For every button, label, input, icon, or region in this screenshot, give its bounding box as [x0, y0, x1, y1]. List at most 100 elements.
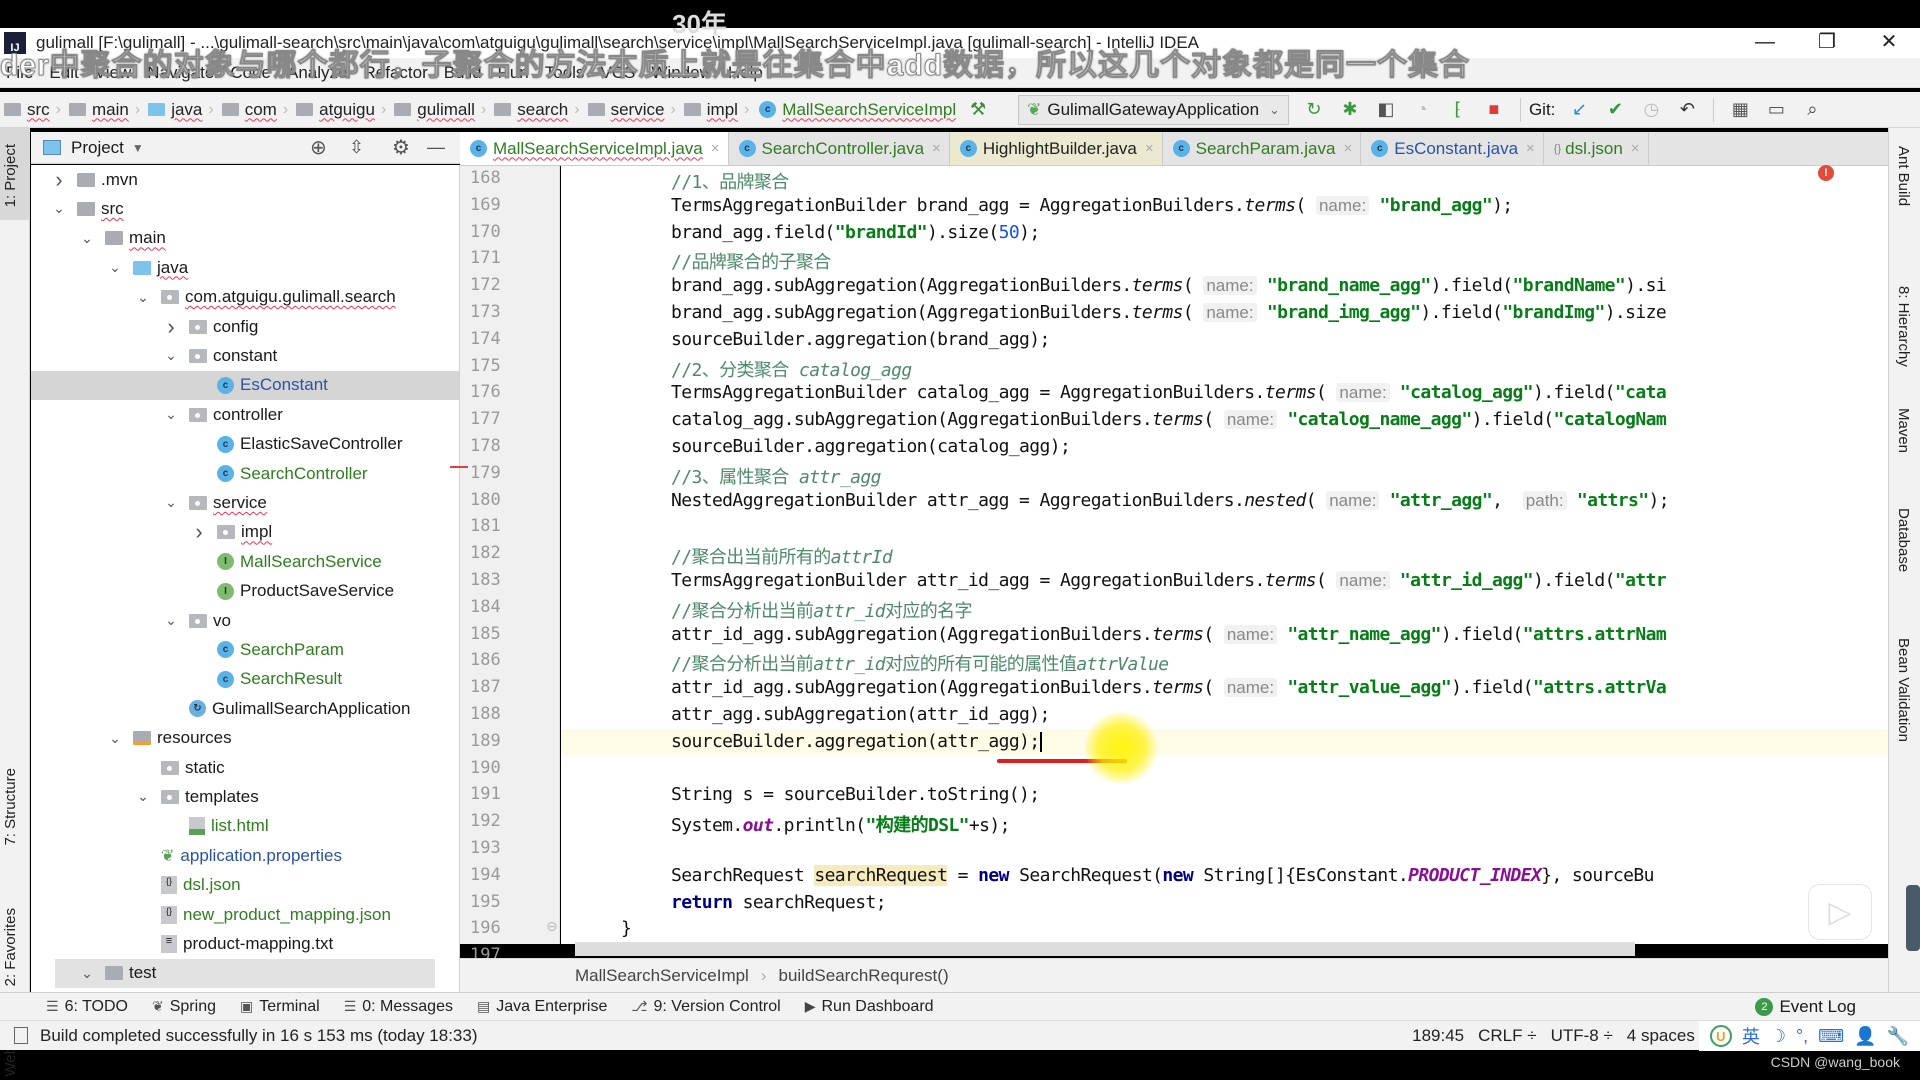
- nav-crumb-impl[interactable]: impl ›: [680, 100, 749, 120]
- tree-item-productsaveservice[interactable]: I ProductSaveService: [191, 577, 394, 606]
- line-separator[interactable]: CRLF ÷: [1478, 1026, 1536, 1046]
- tree-item-vo[interactable]: ⌄ vo: [163, 606, 231, 635]
- chevron-down-icon[interactable]: ⌄: [79, 965, 95, 982]
- hide-panel-icon[interactable]: —: [427, 137, 445, 158]
- tool-window-spring[interactable]: ❦ Spring: [152, 998, 216, 1016]
- tree-item-src[interactable]: ⌄ src: [51, 194, 124, 223]
- minimize-button[interactable]: —: [1734, 28, 1796, 58]
- tree-item-java[interactable]: ⌄ java: [107, 253, 188, 282]
- nav-crumb-service[interactable]: service ›: [584, 100, 676, 120]
- gear-icon[interactable]: ⚙: [392, 135, 410, 160]
- tree-item-searchresult[interactable]: c SearchResult: [191, 665, 342, 694]
- git-rollback-icon[interactable]: ↶: [1676, 99, 1698, 121]
- horizontal-scrollbar[interactable]: [575, 942, 1635, 956]
- editor-tab-dsl-json[interactable]: {} dsl.json ×: [1544, 132, 1649, 165]
- nav-crumb-src[interactable]: src ›: [0, 100, 61, 120]
- chevron-right-icon[interactable]: ›: [51, 167, 67, 193]
- chevron-down-icon[interactable]: ⌄: [163, 406, 179, 423]
- project-structure-icon[interactable]: ▦: [1729, 99, 1751, 121]
- search-everywhere-icon[interactable]: ⌕: [1801, 99, 1823, 121]
- tree-item--mvn[interactable]: › .mvn: [51, 165, 138, 194]
- build-hammer-icon[interactable]: ⚒: [967, 99, 989, 121]
- ime-punctuation-icon[interactable]: °,: [1796, 1026, 1808, 1047]
- chevron-right-icon[interactable]: ›: [191, 519, 207, 545]
- tree-item-dsl-json[interactable]: {} dsl.json: [135, 871, 241, 900]
- tree-item-constant[interactable]: ⌄ constant: [163, 341, 277, 370]
- nav-crumb-com[interactable]: com ›: [218, 100, 288, 120]
- nav-crumb-java[interactable]: java ›: [144, 100, 214, 120]
- tree-item-elasticsavecontroller[interactable]: c ElasticSaveController: [191, 430, 403, 459]
- run-configuration-select[interactable]: ❦ GulimallGatewayApplication ⌄: [1018, 94, 1289, 125]
- editor-tab-highlightbuilder-java[interactable]: c HighlightBuilder.java ×: [949, 132, 1163, 165]
- tool-window-0-messages[interactable]: ☰ 0: Messages: [344, 998, 453, 1016]
- stop-icon[interactable]: ■: [1483, 99, 1505, 121]
- tree-item-gulimallsearchapplication[interactable]: ↻ GulimallSearchApplication: [163, 694, 410, 723]
- run-anything-icon[interactable]: ▭: [1765, 99, 1787, 121]
- tool-tab-maven[interactable]: Maven: [1895, 408, 1912, 453]
- cursor-position[interactable]: 189:45: [1412, 1026, 1464, 1046]
- tree-item-searchparam[interactable]: c SearchParam: [191, 635, 344, 664]
- file-encoding[interactable]: UTF-8 ÷: [1551, 1026, 1613, 1046]
- close-tab-icon[interactable]: ×: [1343, 140, 1352, 157]
- fold-toggle-icon[interactable]: ⊖: [546, 918, 558, 935]
- debug-bug-icon[interactable]: ✱: [1339, 99, 1361, 121]
- editor-tab-esconstant-java[interactable]: c EsConstant.java ×: [1361, 132, 1544, 165]
- tree-item-test[interactable]: ⌄ test: [79, 959, 156, 988]
- ime-settings-icon[interactable]: 🔧: [1887, 1026, 1909, 1047]
- profile-icon[interactable]: ◔: [1411, 99, 1433, 121]
- close-tab-icon[interactable]: ×: [1631, 140, 1640, 157]
- video-play-button[interactable]: ▷: [1808, 884, 1872, 940]
- git-update-icon[interactable]: ↙: [1568, 99, 1590, 121]
- event-log-button[interactable]: 2 Event Log: [1755, 997, 1856, 1017]
- close-tab-icon[interactable]: ×: [711, 140, 720, 157]
- chevron-down-icon[interactable]: ⌄: [163, 494, 179, 511]
- breadcrumb-method[interactable]: buildSearchRequrest(): [779, 966, 949, 986]
- tool-tab-favorites[interactable]: 2: Favorites: [2, 908, 19, 986]
- tool-tab-hierarchy[interactable]: 8: Hierarchy: [1895, 286, 1912, 367]
- tree-item-config[interactable]: › config: [163, 312, 258, 341]
- tool-tab-database[interactable]: Database: [1895, 508, 1912, 572]
- ime-halfwidth-icon[interactable]: ☽: [1770, 1026, 1786, 1047]
- tool-tab-ant-build[interactable]: Ant Build: [1895, 146, 1912, 206]
- chevron-down-icon[interactable]: ⌄: [107, 730, 123, 747]
- editor-tab-mallsearchserviceimpl-java[interactable]: c MallSearchServiceImpl.java ×: [460, 132, 729, 165]
- chevron-down-icon[interactable]: ⌄: [51, 200, 67, 217]
- status-toggle-icon[interactable]: [14, 1027, 28, 1044]
- ime-english-mode[interactable]: 英: [1742, 1023, 1760, 1049]
- ime-logo-icon[interactable]: U: [1709, 1025, 1732, 1047]
- chevron-down-icon[interactable]: ⌄: [135, 788, 151, 805]
- tool-window-java-enterprise[interactable]: ▤ Java Enterprise: [477, 998, 607, 1016]
- ime-keyboard-icon[interactable]: ⌨: [1818, 1026, 1844, 1047]
- tree-item-list-html[interactable]: list.html: [163, 812, 269, 841]
- nav-crumb-atguigu[interactable]: atguigu ›: [292, 100, 386, 120]
- error-indicator-icon[interactable]: !: [1818, 165, 1834, 181]
- locate-file-icon[interactable]: ⊕: [310, 135, 327, 160]
- chevron-down-icon[interactable]: ▼: [132, 141, 144, 155]
- chevron-down-icon[interactable]: ⌄: [79, 230, 95, 247]
- close-tab-icon[interactable]: ×: [932, 140, 941, 157]
- nav-crumb-gulimall[interactable]: gulimall ›: [390, 100, 486, 120]
- tree-item-mallsearchservice[interactable]: I MallSearchService: [191, 547, 382, 576]
- tool-window-terminal[interactable]: ▣ Terminal: [240, 998, 320, 1016]
- tool-window-6-todo[interactable]: ☰ 6: TODO: [46, 998, 128, 1016]
- editor-tab-searchparam-java[interactable]: c SearchParam.java ×: [1163, 132, 1362, 165]
- git-commit-icon[interactable]: ✔: [1604, 99, 1626, 121]
- tree-item-controller[interactable]: ⌄ controller: [163, 400, 283, 429]
- chevron-down-icon[interactable]: ⌄: [163, 347, 179, 364]
- nav-crumb-search[interactable]: search ›: [490, 100, 580, 120]
- attach-debugger-icon[interactable]: ⁅: [1447, 99, 1469, 121]
- tree-item-application-properties[interactable]: ❦ application.properties: [135, 841, 342, 870]
- editor-tab-searchcontroller-java[interactable]: c SearchController.java ×: [729, 132, 950, 165]
- tree-item-templates[interactable]: ⌄ templates: [135, 782, 259, 811]
- tree-item-service[interactable]: ⌄ service: [163, 488, 267, 517]
- code-editor[interactable]: //1、品牌聚合 TermsAggregationBuilder brand_ag…: [561, 166, 1888, 944]
- nav-crumb-main[interactable]: main ›: [65, 100, 140, 120]
- close-tab-icon[interactable]: ×: [1145, 140, 1154, 157]
- close-button[interactable]: ✕: [1858, 28, 1920, 58]
- git-history-icon[interactable]: ◷: [1640, 99, 1662, 121]
- close-tab-icon[interactable]: ×: [1526, 140, 1535, 157]
- tree-item-static[interactable]: static: [135, 753, 225, 782]
- tool-window-9-version-control[interactable]: ⎇ 9: Version Control: [631, 998, 780, 1016]
- chevron-down-icon[interactable]: ⌄: [135, 289, 151, 306]
- nav-crumb-mallsearchserviceimpl[interactable]: c MallSearchServiceImpl: [753, 100, 956, 120]
